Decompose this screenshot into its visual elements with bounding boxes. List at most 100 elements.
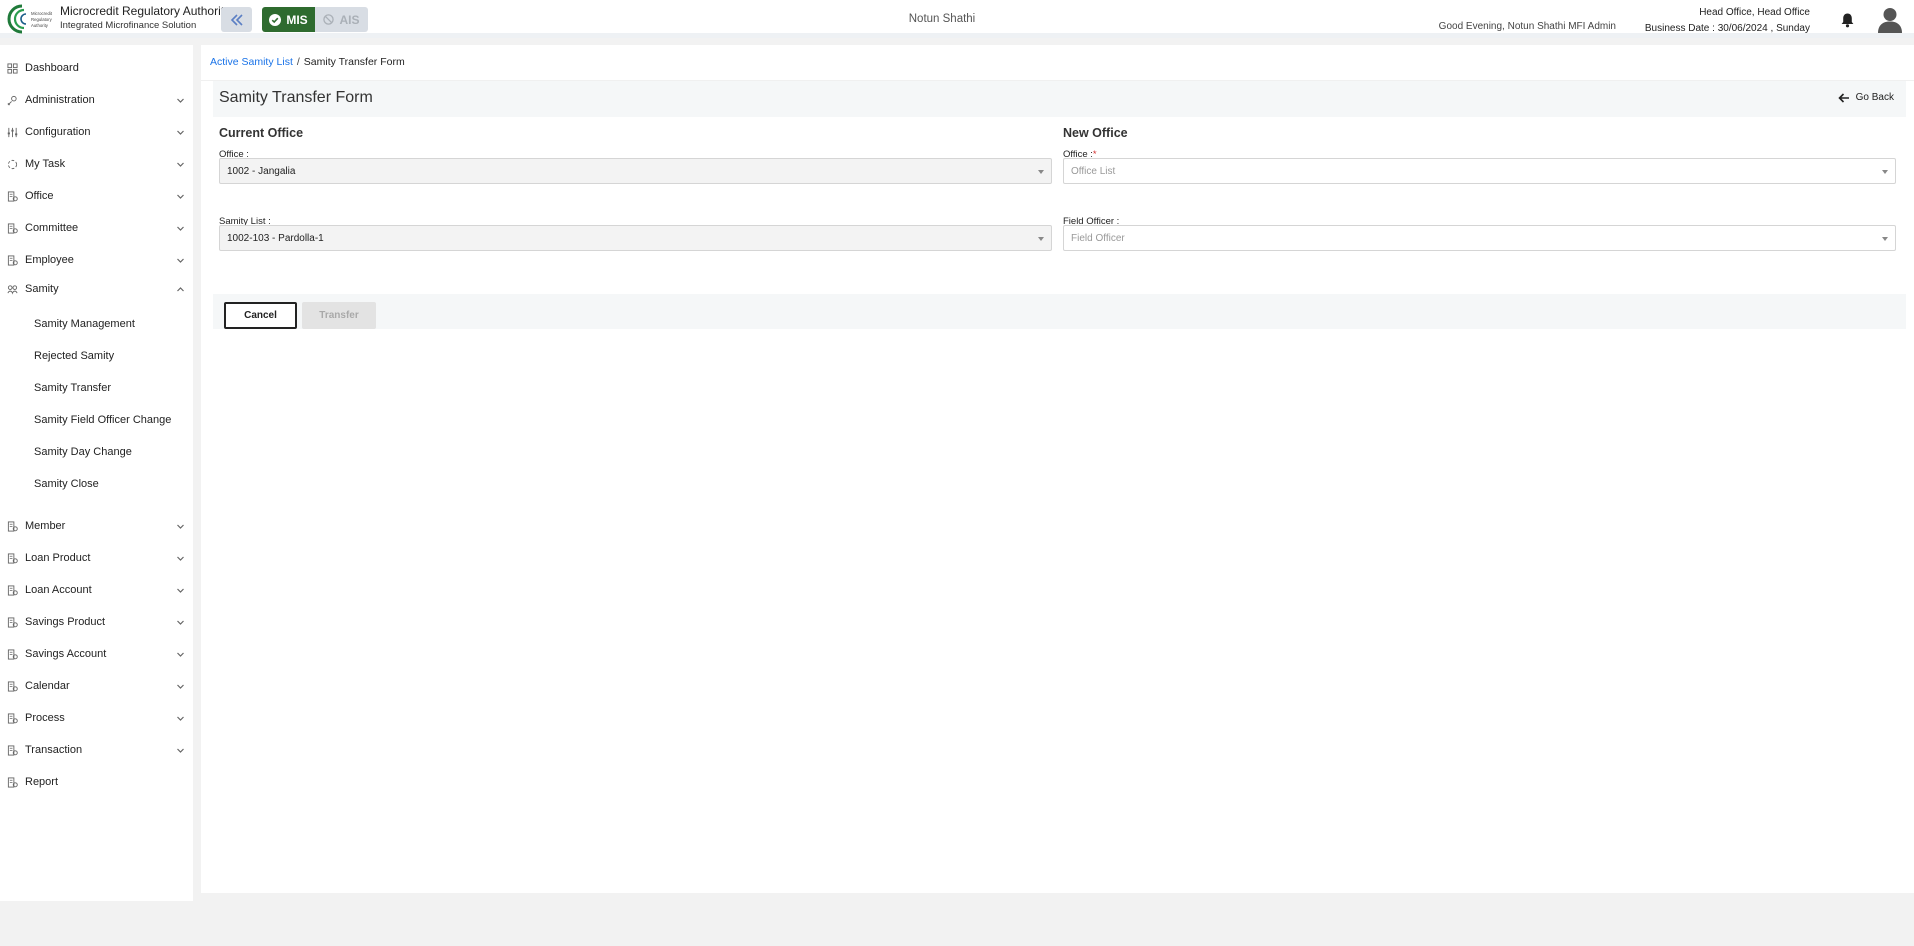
savings-product-icon [7,616,18,628]
sidebar-subitem-rejected-samity[interactable]: Rejected Samity [0,346,193,366]
task-icon [7,159,18,169]
chevron-down-icon [177,130,184,135]
sidebar-item-member[interactable]: Member [0,516,193,536]
sidebar-item-savings-product[interactable]: Savings Product [0,612,193,632]
breadcrumb: Active Samity List / Samity Transfer Form [210,56,405,68]
current-office-text: Head Office, Head Office [1699,7,1810,18]
sidebar-item-label: Configuration [25,126,91,138]
chevron-down-icon [177,226,184,231]
brand-subtitle: Integrated Microfinance Solution [60,20,197,31]
chevron-down-icon [177,162,184,167]
chevron-down-icon [177,716,184,721]
chevron-down-icon [177,556,184,561]
sidebar-item-employee[interactable]: Employee [0,250,193,270]
form-header: Samity Transfer Form Go Back [213,81,1906,117]
sidebar-item-label: Loan Product [25,552,91,564]
sidebar-item-samity[interactable]: Samity [0,279,193,299]
transfer-button[interactable]: Transfer [302,302,376,329]
sidebar-item-dashboard[interactable]: Dashboard [0,58,193,78]
business-date-text: Business Date : 30/06/2024 , Sunday [1644,23,1810,34]
sidebar-item-label: Office [25,190,54,202]
sidebar-item-label: Loan Account [25,584,92,596]
mra-logo: Microcredit Regulatory Authority [7,4,53,34]
top-header: Microcredit Regulatory Authority Microcr… [0,0,1914,38]
sidebar-item-configuration[interactable]: Configuration [0,122,193,142]
chevron-down-icon [177,620,184,625]
check-circle-icon [269,13,282,26]
mis-mode-button[interactable]: MIS [262,7,315,32]
user-avatar-icon[interactable] [1877,6,1903,33]
cancel-button[interactable]: Cancel [224,302,297,329]
field-officer-placeholder: Field Officer [1071,233,1125,244]
sliders-icon [7,127,18,137]
sidebar-item-label: Dashboard [25,62,79,74]
form-actions: Cancel Transfer [213,294,1906,329]
chevron-down-icon [177,748,184,753]
transaction-icon [7,744,18,756]
sidebar-subitem-samity-close[interactable]: Samity Close [0,474,193,494]
sidebar-subitem-samity-day-change[interactable]: Samity Day Change [0,442,193,462]
loan-account-icon [7,584,18,596]
sidebar-item-label: Employee [25,254,74,266]
sidebar-item-loan-product[interactable]: Loan Product [0,548,193,568]
sidebar-item-report[interactable]: Report [0,772,193,792]
sidebar-subitem-samity-field-officer-change[interactable]: Samity Field Officer Change [0,410,193,430]
dropdown-caret-icon [1882,237,1888,241]
sidebar-item-label: Transaction [25,744,83,756]
field-officer-select[interactable]: Field Officer [1063,225,1896,251]
savings-account-icon [7,648,18,660]
sidebar-item-label: Calendar [25,680,70,692]
new-office-placeholder: Office List [1071,166,1116,177]
report-icon [7,776,18,788]
sidebar-item-label: Member [25,520,66,532]
sidebar-item-transaction[interactable]: Transaction [0,740,193,760]
current-office-select[interactable]: 1002 - Jangalia [219,158,1052,184]
samity-icon [7,284,18,295]
mode-toggle: MIS AIS [262,7,368,32]
go-back-label: Go Back [1855,92,1894,103]
sidebar-item-savings-account[interactable]: Savings Account [0,644,193,664]
sidebar-subitem-samity-transfer[interactable]: Samity Transfer [0,378,193,398]
ais-label: AIS [339,12,360,27]
ais-mode-button[interactable]: AIS [315,7,368,32]
sidebar-item-office[interactable]: Office [0,186,193,206]
go-back-button[interactable]: Go Back [1838,92,1894,103]
page-title: Samity Transfer Form [219,89,373,106]
sidebar-item-label: Savings Product [25,616,106,628]
greeting-text: Good Evening, Notun Shathi MFI Admin [1438,21,1616,32]
sidebar-item-calendar[interactable]: Calendar [0,676,193,696]
sidebar-item-loan-account[interactable]: Loan Account [0,580,193,600]
chevron-down-icon [177,588,184,593]
svg-text:Microcredit: Microcredit [31,11,53,16]
notification-bell-icon[interactable] [1840,12,1855,28]
sidebar: Dashboard Administration Configuration My T… [0,45,193,901]
sidebar-subitem-label: Samity Field Officer Change [34,414,172,426]
sidebar-item-label: Samity [25,283,59,295]
sidebar-subitem-label: Samity Transfer [34,382,112,394]
dropdown-caret-icon [1038,237,1044,241]
sidebar-item-label: Report [25,776,59,788]
sidebar-item-process[interactable]: Process [0,708,193,728]
sidebar-item-label: Administration [25,94,95,106]
committee-icon [7,222,18,234]
samity-list-select[interactable]: 1002-103 - Pardolla-1 [219,225,1052,251]
new-office-select[interactable]: Office List [1063,158,1896,184]
sidebar-item-committee[interactable]: Committee [0,218,193,238]
new-office-heading: New Office [1063,126,1128,140]
sidebar-subitem-label: Samity Day Change [34,446,132,458]
sidebar-item-my-task[interactable]: My Task [0,154,193,174]
breadcrumb-active-samity-list-link[interactable]: Active Samity List [210,56,293,68]
sidebar-item-label: Savings Account [25,648,107,660]
breadcrumb-current: Samity Transfer Form [303,56,405,68]
current-office-value: 1002 - Jangalia [227,166,296,177]
mis-label: MIS [286,12,308,27]
sidebar-item-administration[interactable]: Administration [0,90,193,110]
dropdown-caret-icon [1038,170,1044,174]
dashboard-icon [7,62,18,74]
admin-icon [7,95,17,105]
svg-text:Authority: Authority [31,23,49,28]
office-icon [7,190,18,202]
sidebar-collapse-button[interactable] [221,7,252,32]
sidebar-subitem-samity-management[interactable]: Samity Management [0,314,193,334]
sidebar-item-label: Process [25,712,65,724]
